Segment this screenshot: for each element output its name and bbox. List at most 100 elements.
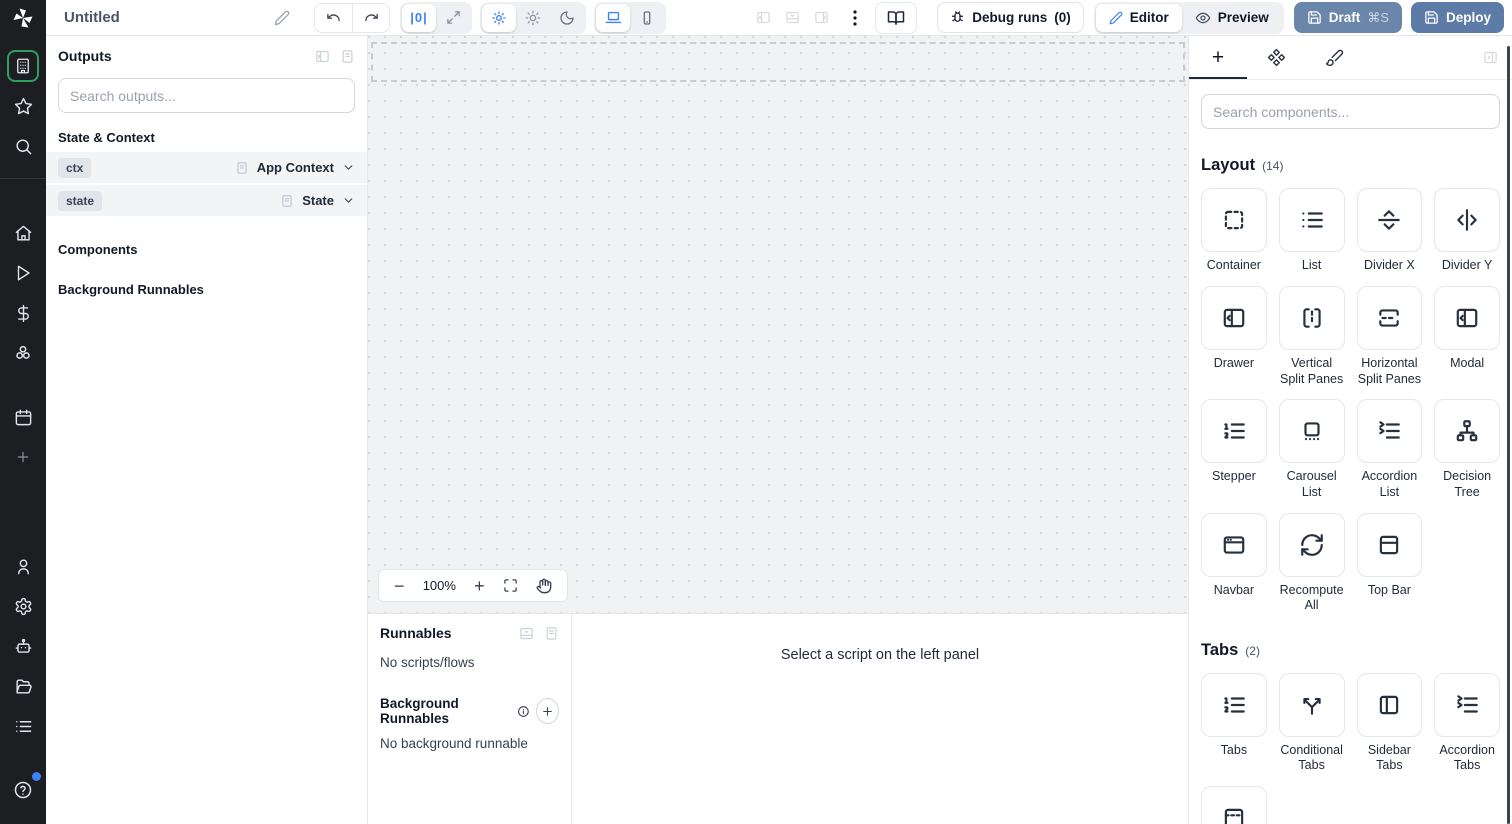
tab-insert-component[interactable]: + [1189, 36, 1247, 80]
desktop-view-button[interactable] [596, 3, 630, 32]
component-card-tabs[interactable]: Tabs [1201, 672, 1267, 774]
sidebar-item-variables[interactable] [7, 297, 39, 329]
toggle-bottom-panel-button[interactable] [785, 10, 800, 25]
chevron-down-icon[interactable] [342, 194, 355, 207]
tab-styling[interactable] [1305, 36, 1363, 80]
deploy-button[interactable]: Deploy [1410, 2, 1504, 33]
rename-app-button[interactable] [274, 10, 290, 26]
component-card-vertical-split[interactable]: Vertical Split Panes [1278, 286, 1345, 387]
output-row-ctx[interactable]: ctx App Context [46, 152, 367, 185]
undo-button[interactable] [315, 3, 352, 32]
accordion-list-icon [1379, 421, 1401, 439]
sidebar-nav [0, 36, 46, 824]
component-card-accordion-tabs[interactable]: Accordion Tabs [1434, 672, 1500, 774]
sidebar-item-home[interactable] [7, 217, 39, 249]
editor-tab[interactable]: Editor [1095, 3, 1182, 32]
sidebar-item-resources[interactable] [7, 337, 39, 369]
sidebar-item-help[interactable] [7, 772, 41, 806]
component-card-horizontal-split[interactable]: Horizontal Split Panes [1356, 286, 1423, 387]
component-card-sidebar-tabs[interactable]: Sidebar Tabs [1356, 672, 1423, 774]
component-card-stepper[interactable]: Stepper [1201, 399, 1267, 500]
smartphone-icon [643, 10, 651, 25]
fit-view-button[interactable] [503, 578, 518, 593]
canvas-drop-zone[interactable] [371, 42, 1185, 82]
stepper-icon [1224, 423, 1245, 439]
component-card-recompute-all[interactable]: Recompute All [1278, 512, 1345, 614]
tabs-components-grid: Tabs Conditional Tabs Sidebar Tabs Accor… [1201, 672, 1500, 824]
recompute-icon [1300, 533, 1323, 556]
theme-toggle-group [480, 1, 586, 34]
divider-x-icon [1378, 210, 1401, 230]
component-card-container[interactable]: Container [1201, 188, 1267, 274]
divider-y-icon [1457, 209, 1477, 231]
save-draft-button[interactable]: Draft ⌘S [1293, 2, 1402, 33]
calendar-icon [15, 409, 31, 425]
right-panel-scrollbar[interactable] [1507, 46, 1510, 824]
laptop-icon [605, 11, 621, 24]
windmill-logo[interactable] [0, 0, 46, 36]
outputs-search-input[interactable] [58, 78, 355, 113]
sidebar-item-user[interactable] [7, 550, 39, 582]
accordion-tabs-icon [1457, 695, 1478, 713]
output-row-state[interactable]: state State [46, 185, 367, 218]
documentation-button[interactable] [875, 1, 918, 34]
component-card-top-bar[interactable]: Top Bar [1356, 512, 1423, 614]
top-bar-icon [1380, 535, 1399, 554]
toggle-left-panel-button[interactable] [756, 10, 771, 25]
zoom-in-button[interactable]: + [474, 577, 485, 595]
tab-component-settings[interactable] [1247, 36, 1305, 80]
component-card-accordion-list[interactable]: Accordion List [1356, 399, 1423, 500]
sidebar-item-schedules[interactable] [7, 401, 39, 433]
component-card-navbar[interactable]: Navbar [1201, 512, 1267, 614]
sidebar-item-folders[interactable] [7, 670, 39, 702]
collapse-runnables-button[interactable] [519, 626, 534, 641]
sidebar-tabs-icon [1380, 695, 1399, 714]
ctx-type-label: App Context [256, 160, 334, 175]
component-card-invisible-tabs[interactable] [1201, 786, 1267, 824]
theme-light-button[interactable] [516, 4, 550, 32]
component-card-list[interactable]: List [1278, 188, 1345, 274]
add-background-runnable-button[interactable] [536, 698, 559, 724]
mobile-view-button[interactable] [630, 4, 664, 32]
component-card-modal[interactable]: Modal [1434, 286, 1500, 387]
sidebar-item-logs[interactable] [7, 710, 39, 742]
sidebar-item-runs[interactable] [7, 257, 39, 289]
runnables-panel: Runnables No scripts/flows Background Ru… [368, 614, 572, 824]
sidebar-item-workers[interactable] [7, 630, 39, 662]
list-rows-icon [15, 720, 31, 732]
windmill-logo-icon [13, 8, 33, 28]
auto-theme-icon [492, 10, 506, 25]
user-icon [17, 558, 29, 574]
zoom-out-button[interactable]: − [394, 577, 405, 595]
app-canvas[interactable]: − 100% + [368, 36, 1188, 613]
chevron-down-icon[interactable] [342, 161, 355, 174]
sidebar-item-apps[interactable] [7, 50, 39, 82]
theme-dark-button[interactable] [550, 4, 584, 32]
drawer-icon [1223, 308, 1245, 328]
outputs-doc-button[interactable] [340, 49, 355, 64]
component-card-divider-x[interactable]: Divider X [1356, 188, 1423, 274]
sidebar-item-settings[interactable] [7, 590, 39, 622]
app-root: Untitled |0| Debug runs (0) Editor Previ… [0, 0, 1512, 824]
more-options-button[interactable] [853, 9, 857, 26]
component-card-divider-y[interactable]: Divider Y [1434, 188, 1500, 274]
collapse-right-panel-button[interactable] [1483, 50, 1498, 65]
collapse-outputs-button[interactable] [315, 49, 330, 64]
pan-tool-button[interactable] [536, 578, 552, 594]
redo-button[interactable] [352, 3, 389, 32]
component-card-conditional-tabs[interactable]: Conditional Tabs [1278, 672, 1345, 774]
debug-runs-button[interactable]: Debug runs (0) [937, 2, 1084, 33]
runnables-doc-button[interactable] [544, 626, 559, 641]
components-search-input[interactable] [1201, 94, 1500, 129]
preview-tab[interactable]: Preview [1182, 4, 1282, 32]
sidebar-item-favorites[interactable] [7, 90, 39, 122]
sidebar-item-search[interactable] [7, 130, 39, 162]
component-card-decision-tree[interactable]: Decision Tree [1434, 399, 1500, 500]
theme-auto-button[interactable] [482, 3, 516, 32]
sidebar-item-add[interactable] [7, 441, 39, 473]
zoom-reset-button[interactable]: |0| [402, 3, 436, 32]
expand-canvas-button[interactable] [436, 4, 470, 32]
component-card-carousel-list[interactable]: Carousel List [1278, 399, 1345, 500]
toggle-right-panel-button[interactable] [814, 10, 829, 25]
component-card-drawer[interactable]: Drawer [1201, 286, 1267, 387]
